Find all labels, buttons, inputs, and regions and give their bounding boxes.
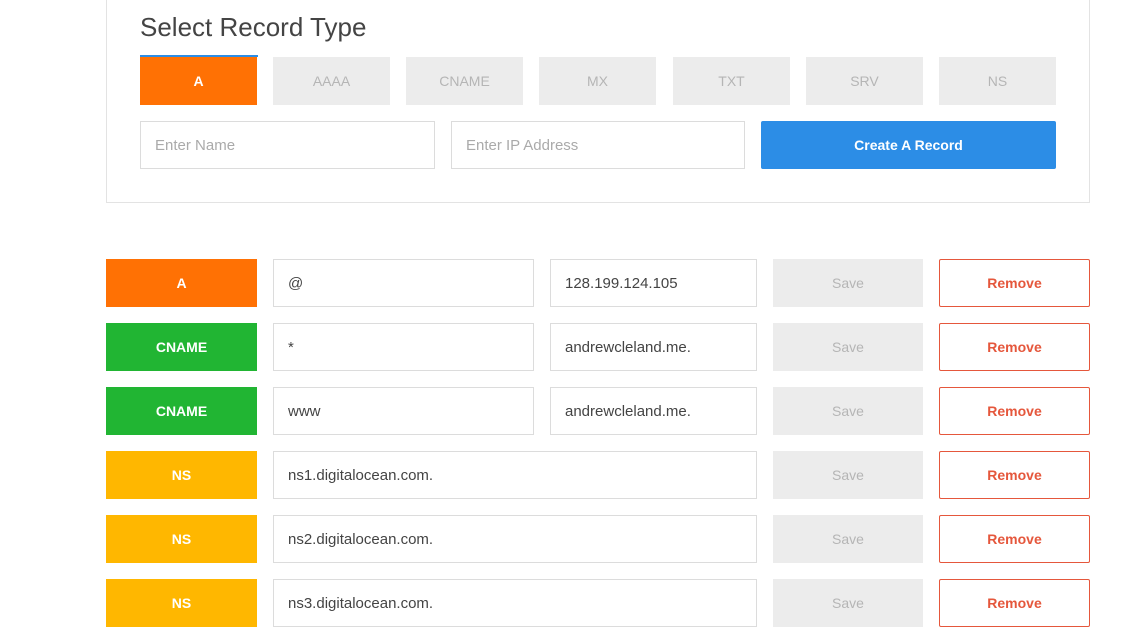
remove-button[interactable]: Remove [939, 515, 1090, 563]
record-type-badge: CNAME [106, 387, 257, 435]
record-value-field[interactable]: andrewcleland.me. [550, 323, 757, 371]
record-row: CNAME www andrewcleland.me. Save Remove [0, 387, 1137, 435]
record-row: NS ns1.digitalocean.com. Save Remove [0, 451, 1137, 499]
record-type-badge: NS [106, 579, 257, 627]
save-button[interactable]: Save [773, 387, 923, 435]
record-value-field[interactable]: 128.199.124.105 [550, 259, 757, 307]
record-type-badge: CNAME [106, 323, 257, 371]
record-row: NS ns3.digitalocean.com. Save Remove [0, 579, 1137, 627]
record-type-badge: NS [106, 515, 257, 563]
create-record-button[interactable]: Create A Record [761, 121, 1056, 169]
record-nameserver-field[interactable]: ns3.digitalocean.com. [273, 579, 757, 627]
record-value-field[interactable]: andrewcleland.me. [550, 387, 757, 435]
type-tab-a[interactable]: A [140, 57, 257, 105]
remove-button[interactable]: Remove [939, 451, 1090, 499]
record-nameserver-field[interactable]: ns1.digitalocean.com. [273, 451, 757, 499]
record-nameserver-field[interactable]: ns2.digitalocean.com. [273, 515, 757, 563]
section-title: Select Record Type [140, 12, 367, 42]
record-name-field[interactable]: * [273, 323, 534, 371]
type-tab-ns[interactable]: NS [939, 57, 1056, 105]
record-row: A @ 128.199.124.105 Save Remove [0, 259, 1137, 307]
type-tab-aaaa[interactable]: AAAA [273, 57, 390, 105]
record-type-badge: NS [106, 451, 257, 499]
record-row: NS ns2.digitalocean.com. Save Remove [0, 515, 1137, 563]
type-tab-txt[interactable]: TXT [673, 57, 790, 105]
remove-button[interactable]: Remove [939, 323, 1090, 371]
record-name-field[interactable]: www [273, 387, 534, 435]
record-type-badge: A [106, 259, 257, 307]
type-tab-cname[interactable]: CNAME [406, 57, 523, 105]
save-button[interactable]: Save [773, 323, 923, 371]
save-button[interactable]: Save [773, 579, 923, 627]
save-button[interactable]: Save [773, 451, 923, 499]
save-button[interactable]: Save [773, 259, 923, 307]
remove-button[interactable]: Remove [939, 259, 1090, 307]
remove-button[interactable]: Remove [939, 579, 1090, 627]
save-button[interactable]: Save [773, 515, 923, 563]
ip-address-input[interactable] [451, 121, 745, 169]
record-name-input[interactable] [140, 121, 435, 169]
record-name-field[interactable]: @ [273, 259, 534, 307]
remove-button[interactable]: Remove [939, 387, 1090, 435]
record-row: CNAME * andrewcleland.me. Save Remove [0, 323, 1137, 371]
type-tab-srv[interactable]: SRV [806, 57, 923, 105]
type-tab-mx[interactable]: MX [539, 57, 656, 105]
